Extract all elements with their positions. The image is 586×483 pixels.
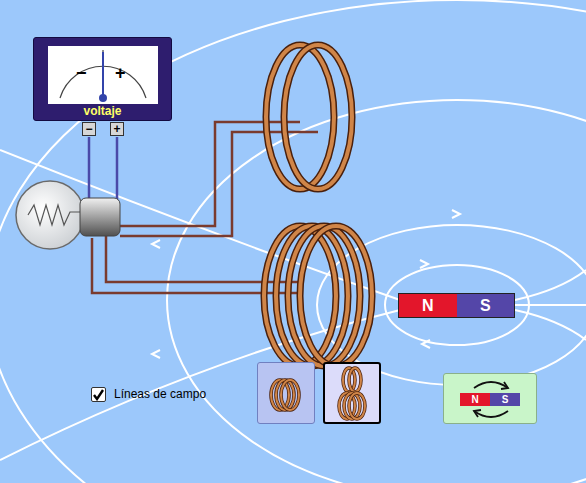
bottom-coil-icon xyxy=(264,226,372,366)
magnet-south: S xyxy=(457,294,515,317)
field-lines-toggle[interactable]: Líneas de campo xyxy=(91,385,206,403)
scale-minus: − xyxy=(76,64,87,82)
coil-selector xyxy=(257,362,381,424)
one-coil-icon xyxy=(258,363,314,423)
field-lines-label: Líneas de campo xyxy=(114,385,206,403)
flip-magnet-icon: N S xyxy=(460,393,520,406)
scale-plus: + xyxy=(115,64,126,82)
field-lines xyxy=(0,0,586,483)
voltmeter-label: voltaje xyxy=(34,104,171,118)
coil-option[interactable] xyxy=(323,362,381,424)
flip-magnet-button[interactable]: N S xyxy=(443,373,537,424)
bulb-icon xyxy=(16,181,120,249)
top-coil-icon xyxy=(266,45,352,189)
terminal-minus: − xyxy=(82,122,96,136)
simulation-canvas: − + voltaje − + N S Líneas de campo N S xyxy=(0,0,586,483)
voltmeter-dial: − + xyxy=(48,46,158,104)
coil-option[interactable] xyxy=(257,362,315,424)
voltmeter: − + voltaje xyxy=(33,37,172,121)
magnet-north: N xyxy=(399,294,457,317)
bar-magnet[interactable]: N S xyxy=(398,293,515,318)
flip-south: S xyxy=(490,393,520,406)
field-lines-checkbox[interactable] xyxy=(91,387,106,402)
flip-north: N xyxy=(460,393,490,406)
terminal-plus: + xyxy=(110,122,124,136)
voltmeter-needle xyxy=(102,52,104,98)
check-icon xyxy=(92,388,105,401)
two-coils-icon xyxy=(325,364,379,422)
needle-pivot-icon xyxy=(99,94,107,102)
